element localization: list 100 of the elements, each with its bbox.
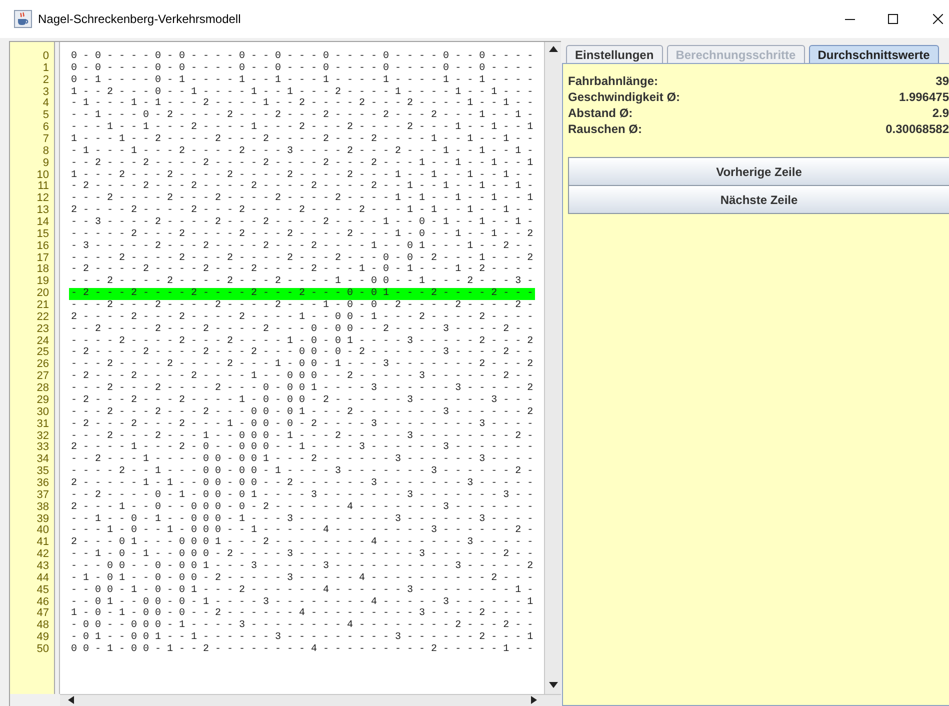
road-row-text: - - 0 1 - - 0 0 - 0 - 1 - - - - 3 - - - - - - - - 4 - - - - - 3 - - - - - - 1 — [70, 596, 534, 608]
line-number: 7 — [42, 134, 49, 146]
line-number: 9 — [42, 158, 49, 170]
road-row-text: - - - - 2 - - - - 2 - - - 2 - - - - 2 - - - 2 - - - 0 - 0 - 2 - - - 1 - - - 2 — [70, 252, 534, 264]
road-row-text: 2 - - - - 2 - - - - 2 - - - 2 - - - - 2 - - - - 2 - - - 1 - 1 - - 1 - - 1 - - — [70, 205, 534, 217]
line-number: 34 — [36, 454, 49, 466]
line-number: 16 — [36, 240, 49, 253]
road-row-text: - 0 0 - - 0 0 0 - 1 - - - - 3 - - - - - - - - 4 - - - - - - - - 2 - - - 2 - - — [70, 620, 534, 632]
line-number: 28 — [36, 383, 49, 395]
stat-value: 39 — [936, 73, 949, 89]
road-row-text: - - 2 - - - 2 - - - - 2 - - - - 2 - - - - 2 - - - 2 - - - 1 - - 1 - - 1 - - 1 — [70, 158, 534, 170]
line-number: 50 — [36, 644, 49, 656]
road-row-text: - - - 2 - - - - 2 - - - - 2 - - - 2 - - - - 1 - - 0 0 - - 1 - - - 2 - - - 3 - — [70, 276, 534, 288]
road-row-text: 0 - 0 - - - - 0 - 0 - - - - 0 - - 0 - - - 0 - - - - 0 - - - - 0 - - 0 - - - - — [70, 62, 534, 75]
road-row-text: - - 2 - - - - 2 - - - 2 - - - - 2 - - - 0 - 0 0 - - 2 - - - - 3 - - - - 2 - - — [70, 324, 534, 336]
line-number: 23 — [36, 324, 49, 336]
line-number: 39 — [36, 514, 49, 525]
road-row-text: 2 - - - 0 1 - - - 0 0 0 1 - - - 2 - - - - - - - - 4 - - - - - - - 3 - - - - - — [70, 537, 534, 549]
line-number: 26 — [36, 359, 49, 371]
road-row-text: - - - - 2 - - - - 2 - - - 2 - - - - 1 - 0 - 0 1 - - - - 3 - - - - - 2 - - - 2 — [70, 336, 534, 347]
line-number: 35 — [36, 466, 49, 478]
road-row-text: - - 1 - 0 - 1 - - 0 0 0 - 2 - - - - 3 - - - - - - - - - - 3 - - - - - - 2 - - — [70, 549, 534, 561]
road-row-text: - 2 - - - - 2 - - - - 2 - - - 2 - - - - 2 - - - 1 - 0 - 1 - - - 1 - 2 - - - - — [70, 264, 534, 276]
line-number: 17 — [36, 252, 49, 264]
line-number: 19 — [36, 276, 49, 288]
down-arrow-icon[interactable] — [548, 682, 558, 688]
line-number: 40 — [36, 525, 49, 537]
tab[interactable]: Einstellungen — [566, 45, 663, 64]
line-number: 11 — [36, 181, 49, 193]
road-row-text: - 2 - - - 2 - - - 2 - - - - 1 - 0 - 0 0 - 2 - - - - - - 3 - - - - - - 3 - - - — [70, 394, 534, 407]
stat-label: Fahrbahnlänge: — [568, 73, 658, 89]
line-number: 30 — [36, 406, 49, 419]
tab[interactable]: Durchschnittswerte — [808, 45, 939, 64]
line-number: 42 — [36, 549, 49, 561]
action-button[interactable]: Nächste Zeile — [568, 185, 949, 214]
line-number: 32 — [36, 430, 49, 442]
road-row-text: - 1 - 0 1 - - 0 - 0 0 - 2 - - - - - 3 - - - - - 4 - - - - - - - - - - 2 - - - — [70, 572, 534, 585]
road-row-text: - - 1 - - 0 - 1 - - 0 0 0 - 1 - - - 3 - - - - - - - - 3 - - - - - - 3 - - - - — [70, 514, 534, 525]
cup-icon — [14, 10, 32, 28]
road-row: - 2 - - - 2 - - - - 2 - - - - 2 - - - 2 - - - 0 - 0 1 - - - 2 - - - - 2 - - - — [69, 288, 536, 300]
road-row-text: - 2 - - - - 2 - - - 2 - - - - 2 - - - - 2 - - - - 2 - - 1 - - 1 - - 1 - - 1 - — [70, 181, 534, 193]
road-row-text: 0 - 0 - - - - 0 - 0 - - - - 0 - - 0 - - - 0 - - - - 0 - - - - 0 - - 0 - - - - — [70, 51, 534, 63]
line-number: 48 — [36, 620, 49, 632]
road-row-text: - 3 - - - - - 2 - - - 2 - - - - 2 - - - 2 - - - - 1 - - 0 1 - - - 1 - - 2 - - — [70, 240, 534, 253]
road-row-text: - 0 1 - - 0 0 1 - - 1 - - - - - - 3 - - - - - - - - - 3 - - - - - - 2 - - - 1 — [70, 632, 534, 644]
horizontal-scrollbar[interactable] — [60, 694, 561, 706]
road-row-text: - 2 - - - 2 - - - 2 - - - 1 - 0 0 - 0 - 2 - - - - 3 - - - - - - - - 3 - - - - — [70, 418, 534, 430]
road-row-text: - - 2 - - - - 0 - 1 - 0 0 - 0 1 - - - - 3 - - - - - - - 3 - - - - - - - 3 - - — [70, 490, 534, 502]
line-number: 8 — [42, 146, 49, 158]
line-number: 15 — [36, 228, 49, 241]
line-number: 13 — [36, 205, 49, 217]
line-number: 14 — [36, 217, 49, 229]
line-number: 38 — [36, 502, 49, 514]
line-number: 18 — [36, 264, 49, 276]
road-row-text: - - - - 2 - - 1 - - - 0 0 - 0 0 - 1 - - - - 3 - - - - - - - 3 - - - - - - 2 - — [70, 466, 534, 478]
line-number: 27 — [36, 371, 49, 383]
road-row-text: - 2 - - - - 2 - - - - 2 - - - 2 - - - 0 0 - 0 - 2 - - - - - - 3 - - - - 2 - - — [70, 347, 534, 359]
line-number: 1 — [42, 62, 49, 75]
line-number: 5 — [42, 110, 49, 122]
line-number: 24 — [36, 336, 49, 347]
line-number: 3 — [42, 86, 49, 98]
road-row-text: - - - 1 - 0 - - 1 - 0 0 0 - - 1 - - - - - 4 - - - - - - - - 3 - - - - - - 2 - — [70, 525, 534, 537]
road-row-text: 2 - - - - - 1 - 1 - - 0 0 - 0 0 - - 2 - - - - - - 3 - - - - - - - 3 - - - - - — [70, 478, 534, 490]
line-number: 4 — [42, 98, 49, 110]
road-row-text: - - 2 - - - 1 - - - - 0 0 - 0 0 1 - - - 2 - - - - - - 3 - - - - - - 3 - - - - — [70, 454, 534, 466]
road-row-text: 2 - - - - 1 - - - 2 - 0 - - 0 0 0 - - 1 - - - - 3 - - - - - - 3 - - - - - - - — [70, 442, 534, 454]
window-title: Nagel-Schreckenberg-Verkehrsmodell — [38, 12, 241, 26]
close-icon — [933, 14, 943, 24]
line-number: 10 — [36, 170, 49, 181]
road-row-text: 1 - - - 2 - - - 2 - - - - 2 - - - - 2 - - - - 2 - - - 1 - - 1 - - 1 - - 1 - - — [70, 170, 534, 181]
line-number: 47 — [36, 608, 49, 620]
road-row-text: 1 - - 2 - - - 0 - - 1 - - - - 1 - - 1 - - - 2 - - - - 1 - - - - 1 - - 1 - - - — [70, 86, 534, 98]
line-number: 0 — [42, 51, 49, 63]
line-number: 43 — [36, 560, 49, 573]
road-row-text: - - - 2 - - - 2 - - - 2 - - - 0 0 - 0 1 - - - 2 - - - - - - - 3 - - - - - - 2 — [70, 406, 534, 419]
line-number: 49 — [36, 632, 49, 644]
stat-value: 0.30068582 — [886, 121, 949, 137]
action-button[interactable]: Vorherige Zeile — [568, 157, 949, 186]
road-row-text: - - 3 - - - - 2 - - - - 2 - - - 2 - - - - 2 - - - - 1 - - 0 - 1 - - 1 - - 1 - — [70, 217, 534, 229]
line-number: 12 — [36, 193, 49, 205]
line-number: 45 — [36, 584, 49, 597]
road-row-text: 2 - - - 1 - - 0 - - 0 0 0 - 0 - 2 - - - - - - 4 - - - - - - - 3 - - - - - - - — [70, 502, 534, 514]
line-number: 41 — [36, 537, 49, 549]
line-number: 46 — [36, 596, 49, 608]
vertical-scrollbar[interactable] — [544, 42, 561, 694]
line-number: 20 — [36, 288, 49, 300]
left-arrow-icon[interactable] — [68, 696, 74, 704]
up-arrow-icon[interactable] — [548, 46, 558, 52]
road-row-text: - - - 2 - - - 2 - - - - 2 - - - 0 - 0 0 1 - - - - 3 - - - - - - 3 - - - - - 2 — [70, 383, 534, 395]
stat-value: 1.996475 — [898, 89, 949, 105]
stat-label: Rauschen Ø: — [568, 121, 642, 137]
line-number: 37 — [36, 490, 49, 502]
line-number: 44 — [36, 572, 49, 585]
road-row-text: - - - 2 - - - 2 - - - 1 - - 0 0 0 - 1 - - - 2 - - - - - 3 - - - - - - - - 2 - — [70, 430, 534, 442]
road-row-text: - - - - - 2 - - - 2 - - - - 2 - - - 2 - - - - 2 - - - 1 - 0 - - 1 - - 1 - - 2 — [70, 228, 534, 241]
right-arrow-icon[interactable] — [531, 696, 537, 704]
stat-label: Geschwindigkeit Ø: — [568, 89, 680, 105]
line-number: 25 — [36, 347, 49, 359]
road-row-text: 0 0 - 1 - 0 0 - 1 - - 2 - - - - - - - - 4 - - - - - - - - - 2 - - - - - 1 - - — [70, 644, 534, 656]
road-row-text: - - 0 0 - 1 - 0 - 0 1 - - - 2 - - - - - - 4 - - - - - - 3 - - - - - - - - 1 - — [70, 584, 534, 597]
